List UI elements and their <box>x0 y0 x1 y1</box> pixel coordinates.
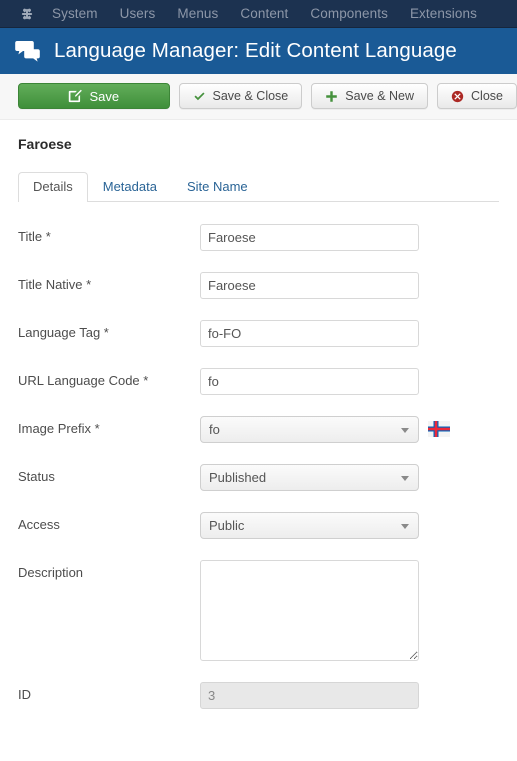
toolbar: Save Save & Close Save & New Close <box>0 74 517 120</box>
language-tag-label: Language Tag * <box>18 325 109 340</box>
plus-icon <box>326 90 338 102</box>
save-button-label: Save <box>89 88 120 104</box>
chevron-down-icon <box>401 427 409 433</box>
field-row-id: ID <box>18 682 517 709</box>
cancel-circle-icon <box>451 90 464 102</box>
field-row-title-native: Title Native * <box>18 272 517 299</box>
nav-item-components[interactable]: Components <box>310 6 388 21</box>
page-title: Language Manager: Edit Content Language <box>54 39 457 62</box>
status-label: Status <box>18 469 55 484</box>
nav-item-users[interactable]: Users <box>120 6 156 21</box>
language-tag-input[interactable] <box>200 320 419 347</box>
field-row-title: Title * <box>18 224 517 251</box>
save-and-close-button[interactable]: Save & Close <box>178 83 303 109</box>
field-row-language-tag: Language Tag * <box>18 320 517 347</box>
tab-details[interactable]: Details <box>18 172 88 202</box>
nav-item-extensions[interactable]: Extensions <box>410 6 477 21</box>
title-input[interactable] <box>200 224 419 251</box>
top-navigation-bar: System Users Menus Content Components Ex… <box>0 0 517 28</box>
chevron-down-icon <box>401 475 409 481</box>
field-row-url-language-code: URL Language Code * <box>18 368 517 395</box>
pencil-square-icon <box>69 89 83 103</box>
access-label: Access <box>18 517 60 532</box>
field-row-description: Description <box>18 560 517 661</box>
joomla-logo-icon[interactable] <box>18 5 36 23</box>
details-form: Title * Title Native * Language Tag * UR… <box>18 202 517 709</box>
save-button[interactable]: Save <box>18 83 170 109</box>
save-and-new-button[interactable]: Save & New <box>311 83 429 109</box>
close-button-label: Close <box>471 88 503 103</box>
content-area: Faroese Details Metadata Site Name Title… <box>0 120 517 709</box>
title-label: Title * <box>18 229 51 244</box>
url-language-code-input[interactable] <box>200 368 419 395</box>
field-row-access: Access Public <box>18 512 517 539</box>
comments-icon <box>14 38 42 64</box>
title-native-input[interactable] <box>200 272 419 299</box>
save-and-new-button-label: Save & New <box>345 88 415 103</box>
record-title: Faroese <box>18 136 72 152</box>
tab-metadata[interactable]: Metadata <box>88 172 172 202</box>
status-selected-value: Published <box>209 470 267 485</box>
page-header: Language Manager: Edit Content Language <box>0 28 517 74</box>
id-label: ID <box>18 687 31 702</box>
title-native-label: Title Native * <box>18 277 92 292</box>
url-language-code-label: URL Language Code * <box>18 373 149 388</box>
nav-item-content[interactable]: Content <box>240 6 288 21</box>
access-select[interactable]: Public <box>200 512 419 539</box>
field-row-status: Status Published <box>18 464 517 491</box>
close-button[interactable]: Close <box>437 83 517 109</box>
check-icon <box>193 91 205 100</box>
nav-item-system[interactable]: System <box>52 6 98 21</box>
faroe-islands-flag-icon <box>428 421 450 437</box>
save-and-close-button-label: Save & Close <box>212 88 289 103</box>
image-prefix-select[interactable]: fo <box>200 416 419 443</box>
image-prefix-selected-value: fo <box>209 422 220 437</box>
description-textarea[interactable] <box>200 560 419 661</box>
tab-bar: Details Metadata Site Name <box>18 170 499 202</box>
nav-item-menus[interactable]: Menus <box>177 6 218 21</box>
access-selected-value: Public <box>209 518 245 533</box>
id-input <box>200 682 419 709</box>
image-prefix-label: Image Prefix * <box>18 421 100 436</box>
status-select[interactable]: Published <box>200 464 419 491</box>
chevron-down-icon <box>401 523 409 529</box>
description-label: Description <box>18 565 84 580</box>
tab-site-name[interactable]: Site Name <box>172 172 263 202</box>
field-row-image-prefix: Image Prefix * fo <box>18 416 517 443</box>
